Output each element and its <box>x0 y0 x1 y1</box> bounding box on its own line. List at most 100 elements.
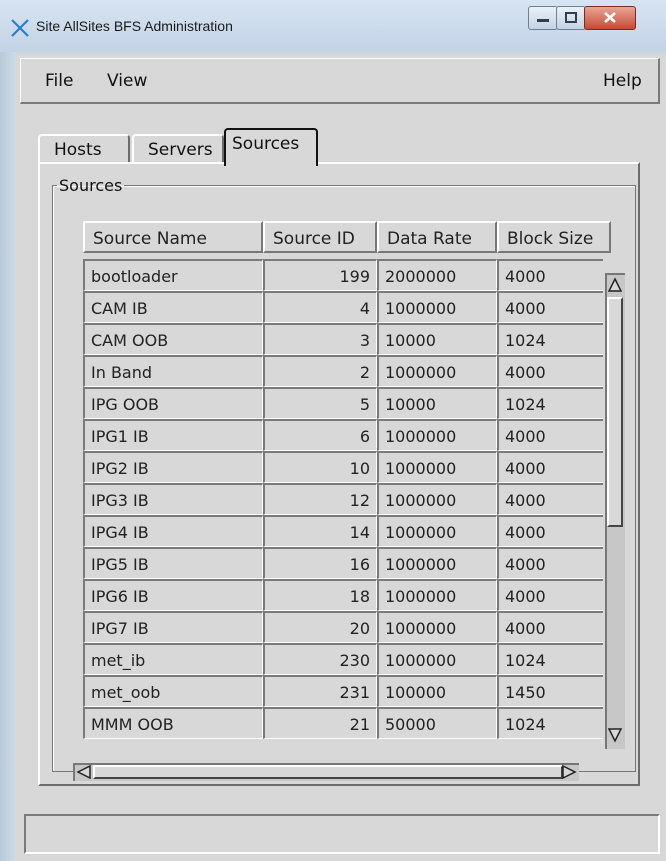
source-id-cell[interactable]: 12 <box>263 483 377 515</box>
source-name-cell[interactable]: IPG4 IB <box>83 515 263 547</box>
block-size-cell[interactable]: 4000 <box>497 611 603 643</box>
menu-file[interactable]: File <box>45 71 73 91</box>
vertical-scroll-thumb[interactable] <box>607 297 623 527</box>
data-rate-cell[interactable]: 1000000 <box>377 579 497 611</box>
table-row[interactable]: IPG2 IB 10 1000000 4000 <box>83 451 603 483</box>
source-id-cell[interactable]: 3 <box>263 323 377 355</box>
block-size-cell[interactable]: 4000 <box>497 451 603 483</box>
table-row[interactable]: IPG5 IB 16 1000000 4000 <box>83 547 603 579</box>
block-size-cell[interactable]: 1450 <box>497 675 603 707</box>
table-row[interactable]: IPG7 IB 20 1000000 4000 <box>83 611 603 643</box>
table-row[interactable]: IPG OOB 5 10000 1024 <box>83 387 603 419</box>
close-icon <box>604 12 616 23</box>
block-size-cell[interactable]: 4000 <box>497 419 603 451</box>
block-size-cell[interactable]: 4000 <box>497 579 603 611</box>
maximize-button[interactable] <box>556 6 586 30</box>
source-name-cell[interactable]: IPG1 IB <box>83 419 263 451</box>
tab-servers[interactable]: Servers <box>132 134 224 164</box>
source-name-cell[interactable]: bootloader <box>83 259 263 291</box>
table-row[interactable]: bootloader 199 2000000 4000 <box>83 259 603 291</box>
vertical-scrollbar[interactable] <box>605 273 625 749</box>
data-rate-cell[interactable]: 50000 <box>377 707 497 739</box>
source-name-cell[interactable]: met_oob <box>83 675 263 707</box>
data-rate-cell[interactable]: 1000000 <box>377 515 497 547</box>
table-row[interactable]: IPG6 IB 18 1000000 4000 <box>83 579 603 611</box>
block-size-cell[interactable]: 4000 <box>497 483 603 515</box>
source-id-cell[interactable]: 16 <box>263 547 377 579</box>
horizontal-scrollbar[interactable] <box>73 763 579 781</box>
menu-view[interactable]: View <box>107 71 147 91</box>
source-id-cell[interactable]: 4 <box>263 291 377 323</box>
source-name-cell[interactable]: IPG3 IB <box>83 483 263 515</box>
table-row[interactable]: MMM OOB 21 50000 1024 <box>83 707 603 739</box>
column-header-data-rate[interactable]: Data Rate <box>377 221 497 253</box>
scroll-up-arrow-icon[interactable] <box>608 277 622 293</box>
data-rate-cell[interactable]: 1000000 <box>377 547 497 579</box>
data-rate-cell[interactable]: 2000000 <box>377 259 497 291</box>
source-name-cell[interactable]: IPG OOB <box>83 387 263 419</box>
tab-sources[interactable]: Sources <box>224 128 318 166</box>
table-row[interactable]: IPG3 IB 12 1000000 4000 <box>83 483 603 515</box>
source-id-cell[interactable]: 6 <box>263 419 377 451</box>
source-name-cell[interactable]: IPG5 IB <box>83 547 263 579</box>
title-bar[interactable]: Site AllSites BFS Administration <box>0 0 666 52</box>
table-row[interactable]: In Band 2 1000000 4000 <box>83 355 603 387</box>
column-header-block-size[interactable]: Block Size <box>497 221 611 253</box>
table-row[interactable]: IPG1 IB 6 1000000 4000 <box>83 419 603 451</box>
data-rate-cell[interactable]: 1000000 <box>377 355 497 387</box>
block-size-cell[interactable]: 4000 <box>497 259 603 291</box>
source-name-cell[interactable]: CAM IB <box>83 291 263 323</box>
block-size-cell[interactable]: 1024 <box>497 387 603 419</box>
source-id-cell[interactable]: 21 <box>263 707 377 739</box>
minimize-button[interactable] <box>528 6 558 30</box>
source-name-cell[interactable]: MMM OOB <box>83 707 263 739</box>
source-id-cell[interactable]: 10 <box>263 451 377 483</box>
block-size-cell[interactable]: 1024 <box>497 323 603 355</box>
data-rate-cell[interactable]: 1000000 <box>377 483 497 515</box>
close-button[interactable] <box>584 6 636 30</box>
data-rate-cell[interactable]: 1000000 <box>377 611 497 643</box>
scroll-left-arrow-icon[interactable] <box>76 765 92 779</box>
source-name-cell[interactable]: met_ib <box>83 643 263 675</box>
data-rate-cell[interactable]: 1000000 <box>377 451 497 483</box>
block-size-cell[interactable]: 4000 <box>497 547 603 579</box>
menu-help[interactable]: Help <box>603 71 642 91</box>
tab-hosts[interactable]: Hosts <box>38 134 130 164</box>
scroll-down-arrow-icon[interactable] <box>608 727 622 743</box>
horizontal-scroll-thumb[interactable] <box>93 765 563 779</box>
column-header-source-name[interactable]: Source Name <box>83 221 263 253</box>
source-id-cell[interactable]: 2 <box>263 355 377 387</box>
table-row[interactable]: met_oob 231 100000 1450 <box>83 675 603 707</box>
table-row[interactable]: met_ib 230 1000000 1024 <box>83 643 603 675</box>
client-area: File View Help Hosts Servers Sources Sou… <box>16 54 666 861</box>
block-size-cell[interactable]: 4000 <box>497 515 603 547</box>
source-id-cell[interactable]: 14 <box>263 515 377 547</box>
table-row[interactable]: CAM IB 4 1000000 4000 <box>83 291 603 323</box>
source-name-cell[interactable]: CAM OOB <box>83 323 263 355</box>
scroll-right-arrow-icon[interactable] <box>561 765 577 779</box>
source-name-cell[interactable]: IPG7 IB <box>83 611 263 643</box>
source-name-cell[interactable]: IPG2 IB <box>83 451 263 483</box>
block-size-cell[interactable]: 1024 <box>497 707 603 739</box>
source-id-cell[interactable]: 20 <box>263 611 377 643</box>
source-name-cell[interactable]: In Band <box>83 355 263 387</box>
block-size-cell[interactable]: 4000 <box>497 291 603 323</box>
block-size-cell[interactable]: 1024 <box>497 643 603 675</box>
data-rate-cell[interactable]: 10000 <box>377 323 497 355</box>
table-row[interactable]: CAM OOB 3 10000 1024 <box>83 323 603 355</box>
data-rate-cell[interactable]: 1000000 <box>377 291 497 323</box>
column-header-source-id[interactable]: Source ID <box>263 221 377 253</box>
data-rate-cell[interactable]: 10000 <box>377 387 497 419</box>
status-bar <box>24 814 660 854</box>
source-id-cell[interactable]: 18 <box>263 579 377 611</box>
table-row[interactable]: IPG4 IB 14 1000000 4000 <box>83 515 603 547</box>
data-rate-cell[interactable]: 1000000 <box>377 643 497 675</box>
source-id-cell[interactable]: 5 <box>263 387 377 419</box>
source-name-cell[interactable]: IPG6 IB <box>83 579 263 611</box>
source-id-cell[interactable]: 231 <box>263 675 377 707</box>
source-id-cell[interactable]: 199 <box>263 259 377 291</box>
block-size-cell[interactable]: 4000 <box>497 355 603 387</box>
source-id-cell[interactable]: 230 <box>263 643 377 675</box>
data-rate-cell[interactable]: 1000000 <box>377 419 497 451</box>
data-rate-cell[interactable]: 100000 <box>377 675 497 707</box>
